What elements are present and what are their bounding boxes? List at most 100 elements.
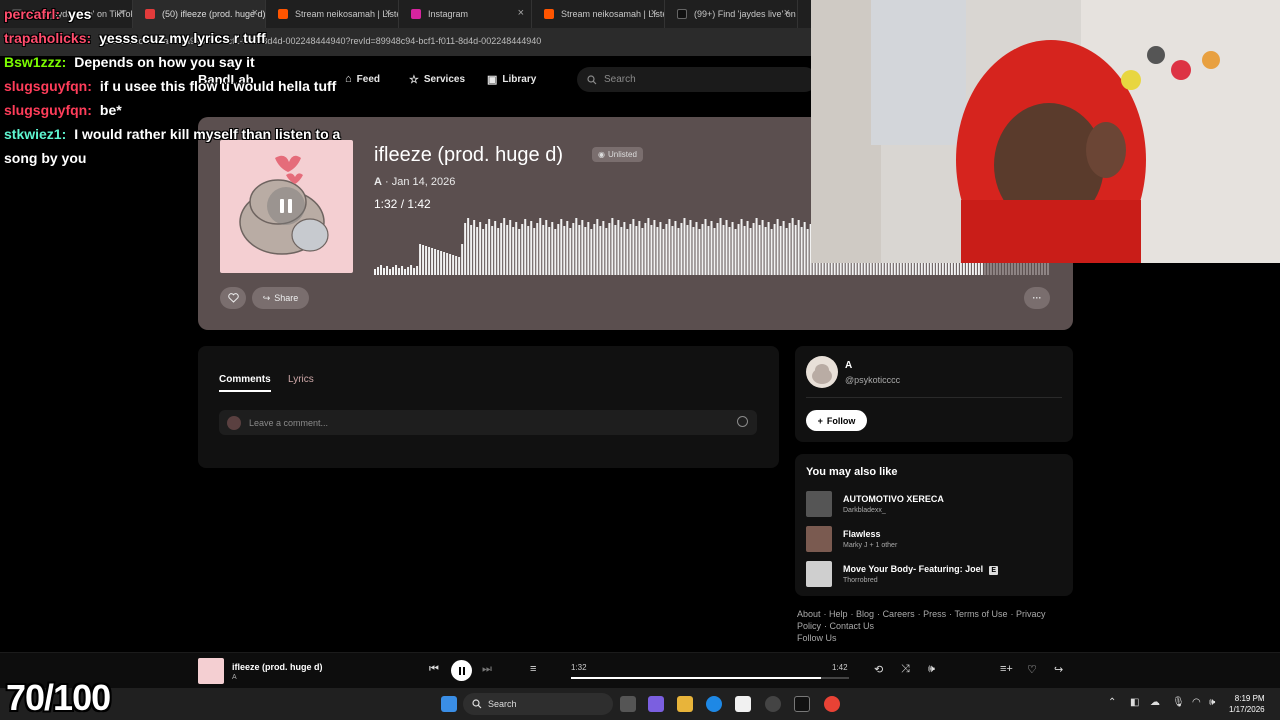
waveform-bar xyxy=(776,219,779,275)
artist-avatar[interactable] xyxy=(806,356,838,388)
tab-comments[interactable]: Comments xyxy=(219,374,271,392)
comment-input[interactable]: Leave a comment... xyxy=(219,410,757,435)
waveform-bar xyxy=(680,223,683,275)
add-to-playlist-icon[interactable]: ≡+ xyxy=(1000,663,1013,675)
volume-icon[interactable]: 🕪 xyxy=(928,663,935,676)
library-icon: ▣ xyxy=(487,74,498,86)
waveform-bar xyxy=(500,223,503,275)
file-explorer-icon[interactable] xyxy=(677,696,693,712)
pause-button[interactable] xyxy=(451,660,472,681)
onedrive-icon[interactable]: ☁ xyxy=(1150,697,1160,708)
chat-username: Bsw1zzz: xyxy=(4,54,67,70)
waveform-bar xyxy=(752,223,755,275)
waveform-bar xyxy=(596,219,599,275)
waveform-bar xyxy=(722,225,725,275)
footer-link[interactable]: Follow Us xyxy=(797,633,837,643)
waveform-bar xyxy=(800,227,803,275)
search-input[interactable]: Search xyxy=(577,67,817,92)
chevron-up-icon[interactable]: ⌃ xyxy=(1108,697,1116,708)
waveform-bar xyxy=(410,265,413,275)
chat-username: percafrl: xyxy=(4,6,61,22)
microphone-icon[interactable]: 🎙 xyxy=(1172,697,1185,708)
copilot-icon[interactable] xyxy=(648,696,664,712)
close-icon[interactable]: × xyxy=(784,7,790,19)
share-icon[interactable]: ↪ xyxy=(1054,663,1063,676)
windows-taskbar: Search ⌃ ◧ ☁ 🎙 ◠ 🕪 8:19 PM 1/17/2026 xyxy=(0,688,1280,720)
footer-link[interactable]: Help xyxy=(829,609,848,619)
progress-bar[interactable] xyxy=(571,677,849,679)
player-thumb[interactable] xyxy=(198,658,224,684)
windows-start-icon[interactable] xyxy=(441,696,457,712)
recommendation-item[interactable]: AUTOMOTIVO XERECA Darkbladexx_ xyxy=(806,491,1062,518)
browser-tab[interactable]: (99+) Find 'jaydes live' on × xyxy=(665,0,798,28)
next-icon[interactable]: ⏭ xyxy=(482,663,492,676)
store-icon[interactable] xyxy=(735,696,751,712)
share-button[interactable]: ↪ Share xyxy=(252,287,309,309)
waveform-bar xyxy=(746,221,749,275)
track-artist-link[interactable]: A xyxy=(374,176,382,188)
nav-services[interactable]: ☆ Services xyxy=(409,73,465,86)
progress-fill xyxy=(571,677,822,679)
browser-tab[interactable]: Instagram × xyxy=(399,0,532,28)
footer-link[interactable]: Contact Us xyxy=(830,621,875,631)
edge-icon[interactable] xyxy=(706,696,722,712)
footer-link[interactable]: Careers xyxy=(883,609,915,619)
waveform-bar xyxy=(728,227,731,275)
waveform-bar xyxy=(590,229,593,275)
waveform-bar xyxy=(707,226,710,275)
comment-placeholder: Leave a comment... xyxy=(249,417,329,428)
more-options-button[interactable]: ··· xyxy=(1024,287,1050,309)
repeat-icon[interactable]: ⟲ xyxy=(874,663,883,676)
waveform-bar xyxy=(674,221,677,275)
emoji-icon[interactable] xyxy=(737,416,748,427)
waveform-bar xyxy=(518,229,521,275)
shuffle-icon[interactable]: ⤨ xyxy=(901,663,910,676)
chat-username: stkwiez1: xyxy=(4,126,67,142)
nav-library[interactable]: ▣ Library xyxy=(487,73,536,86)
footer-link[interactable]: Blog xyxy=(856,609,874,619)
badge-label: Unlisted xyxy=(607,150,637,159)
footer-links: About · Help · Blog · Careers · Press · Terms… xyxy=(797,609,1046,643)
waveform-bar xyxy=(629,224,632,275)
footer-link[interactable]: About xyxy=(797,609,821,619)
player-title[interactable]: ifleeze (prod. huge d) xyxy=(232,662,323,672)
close-icon[interactable]: × xyxy=(385,7,391,19)
waveform-bar xyxy=(758,225,761,275)
artist-name[interactable]: A xyxy=(845,360,852,371)
chat-text: if u usee this flow u would hella tuff xyxy=(99,78,337,94)
tab-lyrics[interactable]: Lyrics xyxy=(288,374,314,385)
waveform-bar xyxy=(383,268,386,275)
recommendation-item[interactable]: Move Your Body- Featuring: Joel E Thorrob… xyxy=(806,561,1062,588)
close-icon[interactable]: × xyxy=(518,7,524,19)
recommendations-panel: You may also like AUTOMOTIVO XERECA Dark… xyxy=(795,454,1073,596)
like-button[interactable] xyxy=(220,287,246,309)
waveform-bar xyxy=(716,223,719,275)
rec-artist: Darkbladexx_ xyxy=(843,507,886,514)
player-artist[interactable]: A xyxy=(232,674,237,681)
nav-feed[interactable]: ⌂ Feed xyxy=(345,73,380,85)
footer-link[interactable]: Press xyxy=(923,609,946,619)
task-view-icon[interactable] xyxy=(620,696,636,712)
wifi-icon[interactable]: ◠ xyxy=(1192,697,1201,708)
speaker-icon[interactable]: 🕪 xyxy=(1209,697,1215,708)
previous-icon[interactable]: ⏮ xyxy=(429,663,439,676)
close-icon[interactable]: × xyxy=(651,7,657,19)
divider xyxy=(806,397,1062,398)
obs-icon[interactable] xyxy=(765,696,781,712)
queue-icon[interactable]: ≡ xyxy=(530,663,536,675)
recommendation-item[interactable]: Flawless Marky J + 1 other xyxy=(806,526,1062,553)
heart-icon[interactable]: ♡ xyxy=(1027,663,1037,676)
instagram-favicon-icon xyxy=(411,9,421,19)
pause-overlay-button[interactable] xyxy=(267,187,305,225)
browser-tab[interactable]: Stream neikosamah | Listen × xyxy=(532,0,665,28)
waveform-bar xyxy=(608,223,611,275)
waveform-bar xyxy=(569,228,572,275)
chrome-icon[interactable] xyxy=(824,696,840,712)
tray-app-icon[interactable]: ◧ xyxy=(1130,697,1139,708)
waveform-bar xyxy=(731,222,734,275)
capcut-icon[interactable] xyxy=(794,696,810,712)
follow-button[interactable]: + Follow xyxy=(806,410,867,431)
taskbar-search[interactable]: Search xyxy=(463,693,613,715)
system-clock[interactable]: 8:19 PM 1/17/2026 xyxy=(1229,693,1265,715)
footer-link[interactable]: Terms of Use xyxy=(954,609,1007,619)
